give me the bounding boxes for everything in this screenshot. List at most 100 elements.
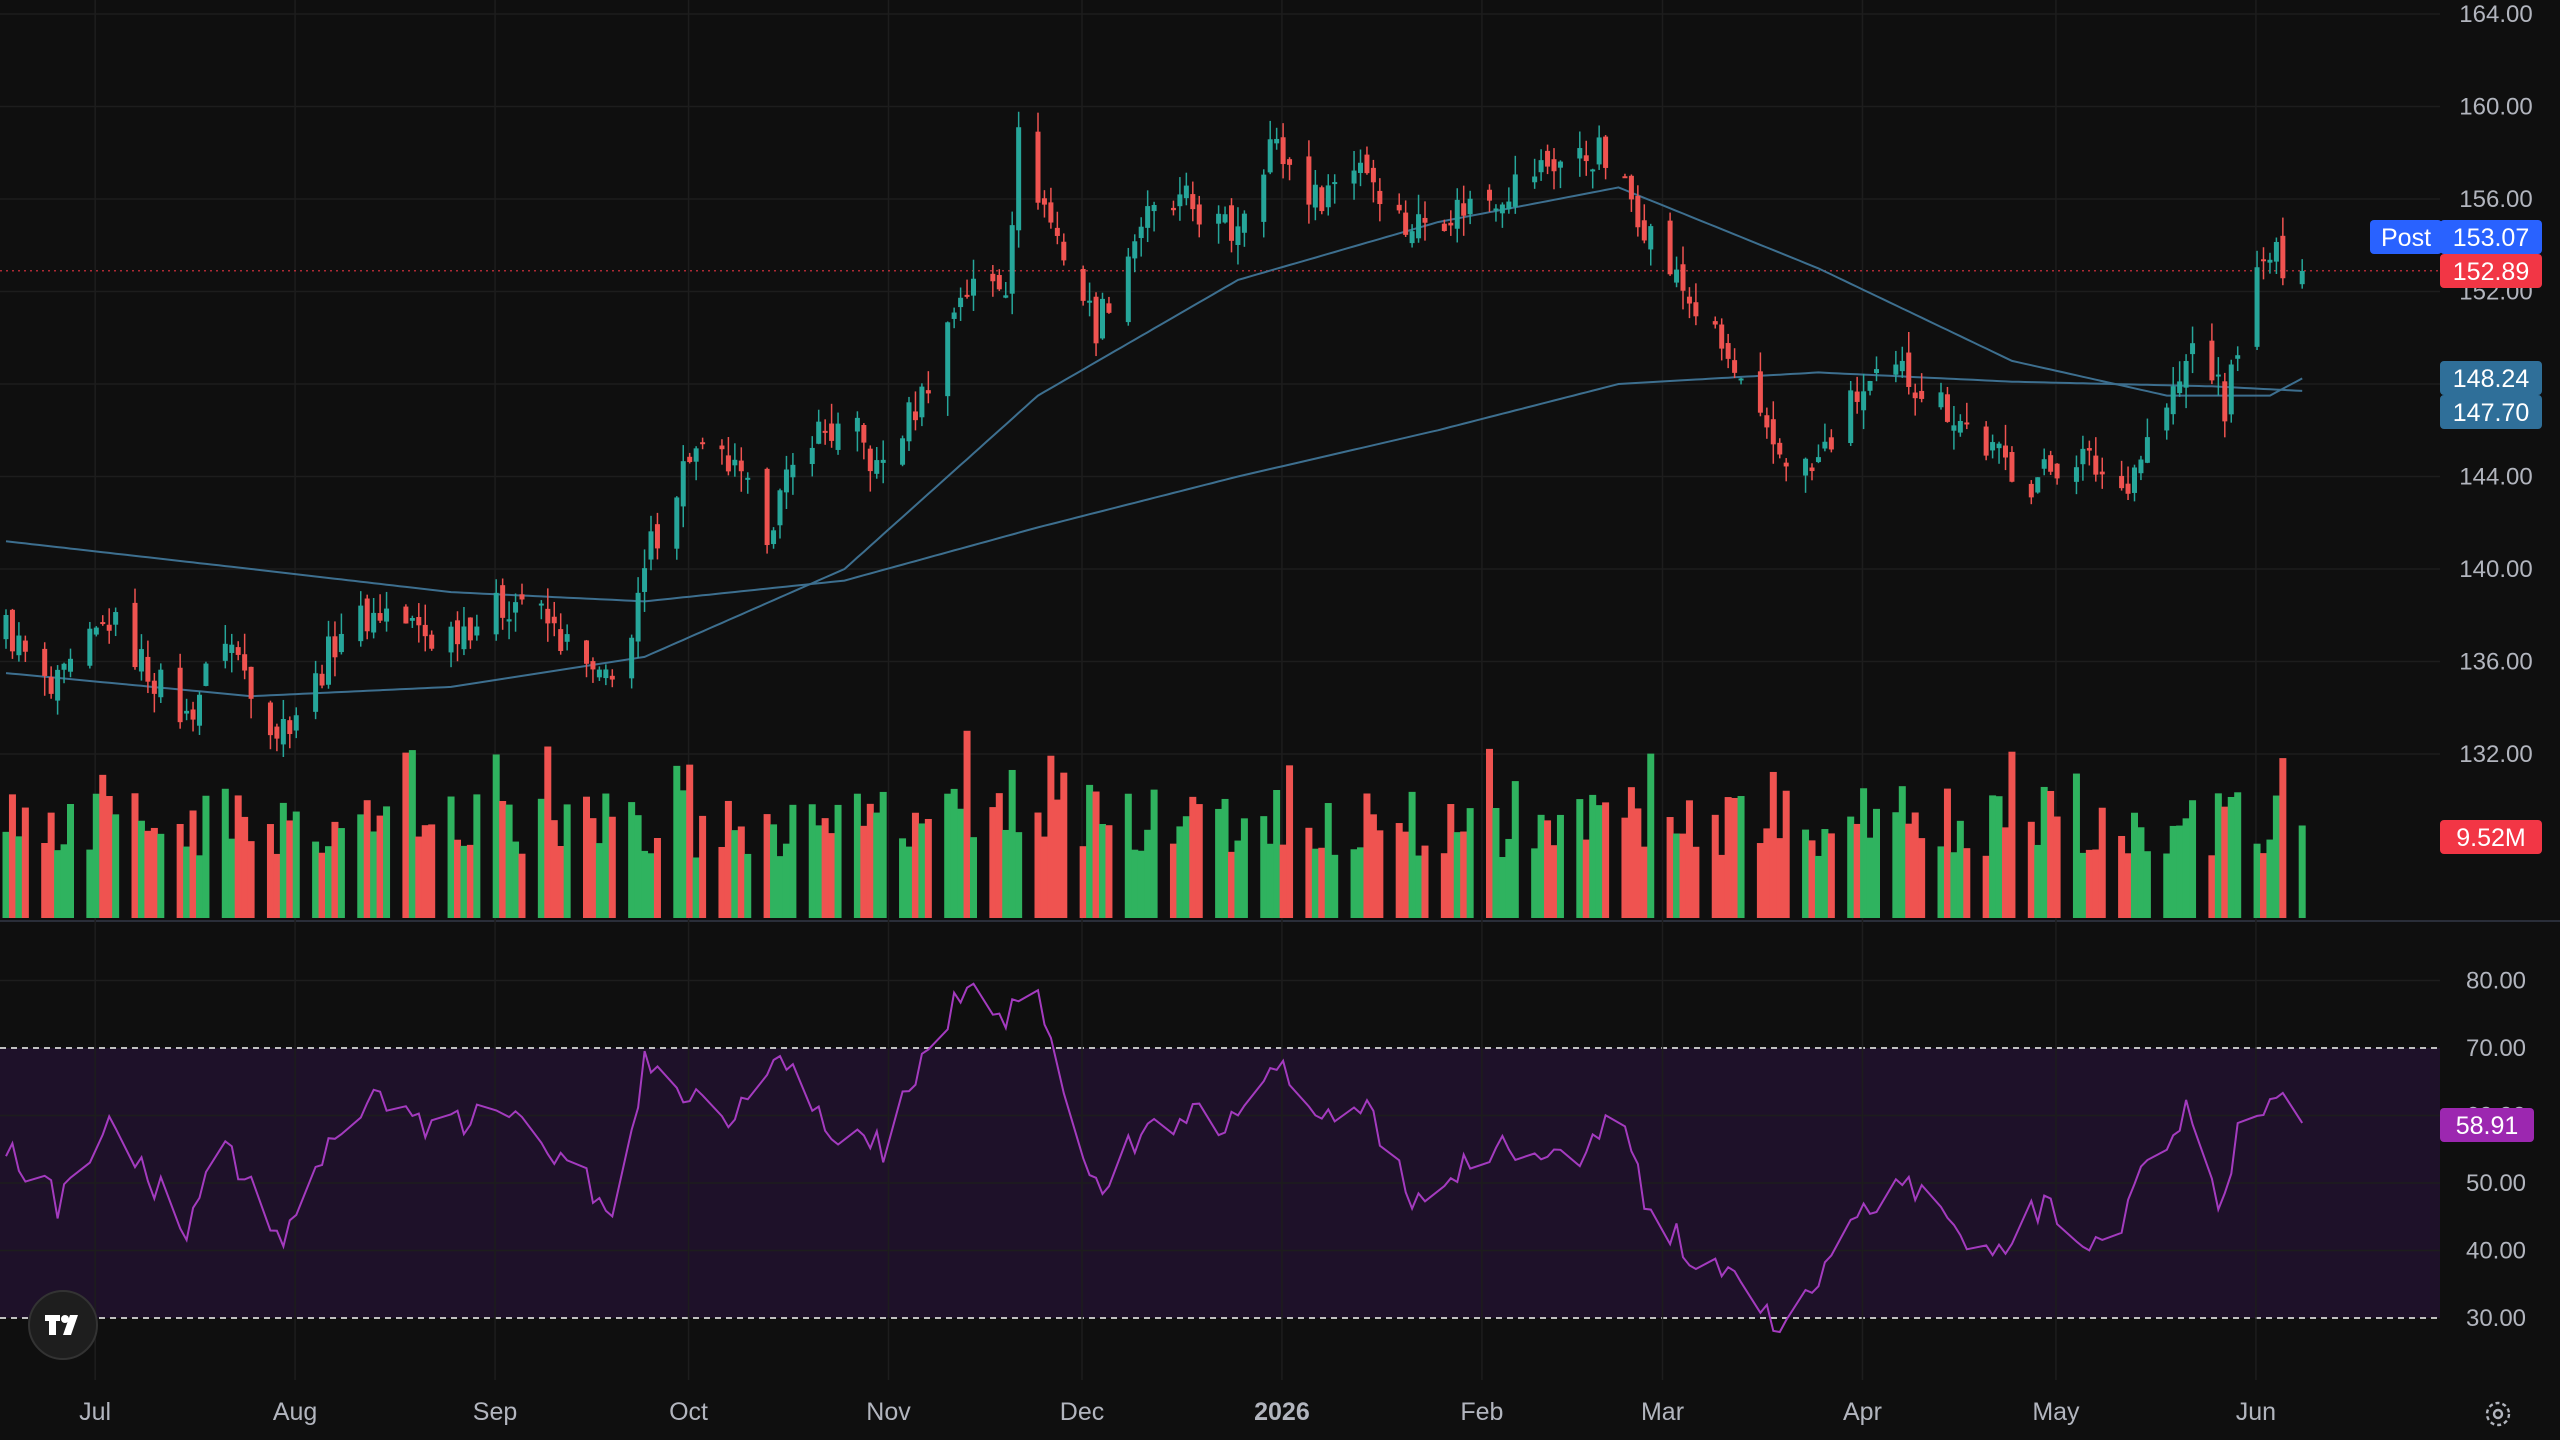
- candle-body[interactable]: [358, 605, 364, 642]
- candle-body[interactable]: [1054, 227, 1060, 236]
- candle-body[interactable]: [1487, 189, 1492, 201]
- candle-body[interactable]: [990, 273, 996, 282]
- candle-body[interactable]: [2080, 448, 2086, 465]
- candle-body[interactable]: [1280, 137, 1286, 165]
- candle-body[interactable]: [738, 460, 744, 472]
- candle-body[interactable]: [1177, 194, 1183, 207]
- candle-body[interactable]: [551, 616, 557, 624]
- candle-body[interactable]: [719, 445, 725, 450]
- stock-chart[interactable]: 164.00160.00156.00152.00148.00144.00140.…: [0, 0, 2560, 1440]
- candle-body[interactable]: [61, 663, 67, 670]
- candle-body[interactable]: [2144, 437, 2150, 463]
- candle-body[interactable]: [2125, 483, 2131, 494]
- candle-body[interactable]: [106, 624, 112, 631]
- candle-body[interactable]: [545, 608, 551, 624]
- candle-body[interactable]: [1861, 391, 1867, 411]
- candle-body[interactable]: [229, 644, 235, 653]
- candle-body[interactable]: [1009, 225, 1015, 294]
- candle-body[interactable]: [467, 617, 473, 641]
- candle-body[interactable]: [1622, 176, 1628, 179]
- candle-body[interactable]: [854, 417, 860, 432]
- candle-body[interactable]: [2235, 355, 2241, 359]
- candle-body[interactable]: [113, 612, 119, 625]
- candle-body[interactable]: [1041, 198, 1047, 205]
- candle-body[interactable]: [1583, 155, 1589, 162]
- candle-body[interactable]: [564, 634, 570, 642]
- candle-body[interactable]: [197, 694, 202, 726]
- candle-body[interactable]: [1100, 298, 1105, 339]
- candle-body[interactable]: [829, 423, 835, 441]
- candle-body[interactable]: [1183, 185, 1189, 199]
- candle-body[interactable]: [745, 477, 751, 480]
- candle-body[interactable]: [764, 468, 770, 546]
- candle-body[interactable]: [925, 390, 931, 394]
- candle-body[interactable]: [55, 669, 61, 701]
- candle-body[interactable]: [1603, 136, 1609, 168]
- candle-body[interactable]: [2035, 477, 2041, 493]
- candle-body[interactable]: [203, 663, 209, 686]
- candle-body[interactable]: [151, 680, 157, 694]
- candle-body[interactable]: [2228, 364, 2234, 415]
- candle-body[interactable]: [1441, 223, 1447, 231]
- candle-body[interactable]: [1809, 467, 1815, 472]
- candle-body[interactable]: [1377, 190, 1383, 205]
- candle-body[interactable]: [1577, 148, 1583, 159]
- candle-body[interactable]: [725, 455, 731, 472]
- candle-body[interactable]: [1396, 204, 1402, 211]
- candle-body[interactable]: [1312, 184, 1318, 208]
- candle-body[interactable]: [1035, 131, 1041, 203]
- candle-body[interactable]: [1448, 222, 1454, 226]
- candle-body[interactable]: [1874, 369, 1879, 374]
- candle-body[interactable]: [409, 618, 415, 621]
- candle-body[interactable]: [1951, 425, 1957, 431]
- candle-body[interactable]: [68, 658, 73, 672]
- candle-body[interactable]: [816, 421, 822, 444]
- candle-body[interactable]: [145, 656, 151, 682]
- candle-body[interactable]: [2093, 455, 2099, 475]
- candle-body[interactable]: [1267, 139, 1273, 173]
- candle-body[interactable]: [693, 448, 699, 462]
- candle-body[interactable]: [2164, 407, 2170, 431]
- candle-body[interactable]: [377, 613, 383, 621]
- candle-body[interactable]: [1467, 198, 1473, 215]
- candle-body[interactable]: [1957, 421, 1963, 433]
- candle-body[interactable]: [274, 726, 280, 739]
- candle-body[interactable]: [1222, 214, 1228, 223]
- candle-body[interactable]: [1235, 226, 1241, 246]
- candle-body[interactable]: [364, 598, 370, 632]
- candle-body[interactable]: [1370, 167, 1376, 183]
- candle-body[interactable]: [1757, 371, 1763, 413]
- candle-body[interactable]: [2215, 374, 2221, 377]
- candle-body[interactable]: [267, 702, 273, 736]
- candle-body[interactable]: [1409, 231, 1415, 244]
- candle-body[interactable]: [280, 718, 286, 745]
- candle-body[interactable]: [1061, 241, 1067, 261]
- candle-body[interactable]: [1416, 214, 1422, 239]
- candle-body[interactable]: [338, 633, 344, 653]
- candle-body[interactable]: [996, 275, 1002, 290]
- candle-body[interactable]: [2009, 452, 2015, 482]
- candle-body[interactable]: [1725, 343, 1731, 359]
- candle-body[interactable]: [2119, 475, 2125, 489]
- candle-body[interactable]: [654, 524, 660, 549]
- candle-body[interactable]: [1274, 138, 1280, 144]
- candle-body[interactable]: [1764, 415, 1770, 428]
- candle-body[interactable]: [1080, 268, 1086, 301]
- candle-body[interactable]: [1596, 137, 1602, 165]
- candle-body[interactable]: [2170, 386, 2176, 415]
- candle-body[interactable]: [416, 616, 422, 626]
- candle-body[interactable]: [700, 442, 706, 445]
- candle-body[interactable]: [1422, 217, 1428, 223]
- candle-body[interactable]: [603, 669, 609, 679]
- candle-body[interactable]: [1151, 204, 1157, 212]
- candle-body[interactable]: [500, 585, 506, 618]
- candle-body[interactable]: [680, 461, 686, 507]
- candle-body[interactable]: [2177, 381, 2183, 394]
- candle-body[interactable]: [629, 637, 635, 679]
- candle-body[interactable]: [1241, 213, 1247, 233]
- candle-body[interactable]: [2254, 267, 2260, 347]
- candle-body[interactable]: [732, 459, 738, 466]
- candle-body[interactable]: [1680, 264, 1686, 291]
- candle-body[interactable]: [235, 647, 241, 655]
- candle-body[interactable]: [1783, 462, 1789, 467]
